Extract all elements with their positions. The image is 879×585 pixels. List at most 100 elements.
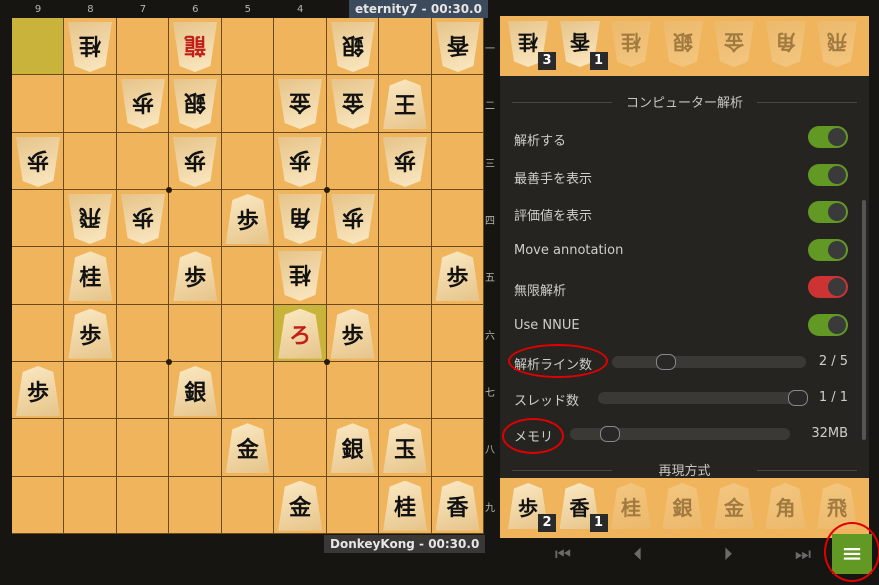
option-slider[interactable] <box>612 354 806 370</box>
board-square[interactable] <box>221 361 275 420</box>
board-square[interactable] <box>379 304 432 362</box>
board-square[interactable] <box>116 476 170 534</box>
board-square[interactable] <box>431 132 484 190</box>
prev-move-button[interactable]: ⏴ <box>618 540 658 570</box>
slider-knob[interactable] <box>600 426 621 442</box>
board-square[interactable] <box>326 476 380 534</box>
shogi-piece[interactable]: 飛 <box>68 194 112 244</box>
shogi-piece[interactable]: 桂 <box>278 251 322 301</box>
hand-piece[interactable]: 角 <box>766 21 806 67</box>
shogi-piece[interactable]: 歩 <box>226 194 270 244</box>
board-square[interactable] <box>12 476 65 534</box>
shogi-piece[interactable]: 銀 <box>331 423 375 473</box>
board-square[interactable] <box>64 75 117 133</box>
shogi-piece[interactable]: 歩 <box>16 137 60 187</box>
shogi-piece[interactable]: 桂 <box>68 251 112 301</box>
option-slider[interactable] <box>598 390 808 406</box>
board-square[interactable] <box>116 419 170 477</box>
shogi-piece[interactable]: 香 <box>436 22 480 72</box>
option-toggle[interactable] <box>808 201 848 223</box>
shogi-piece[interactable]: 歩 <box>68 309 112 359</box>
board-square[interactable] <box>12 304 65 362</box>
shogi-piece[interactable]: 金 <box>278 481 322 531</box>
board-square[interactable] <box>274 361 327 420</box>
shogi-piece[interactable]: 銀 <box>173 79 217 129</box>
shogi-piece[interactable]: 金 <box>278 79 322 129</box>
last-move-button[interactable]: ⏭ <box>783 540 823 570</box>
shogi-piece[interactable]: 王 <box>383 79 427 129</box>
option-slider[interactable] <box>570 426 790 442</box>
board-square[interactable] <box>64 361 117 420</box>
board-square[interactable] <box>12 419 65 477</box>
board-square[interactable] <box>379 189 432 248</box>
hand-piece[interactable]: 金 <box>714 483 754 529</box>
shogi-piece[interactable]: 歩 <box>331 309 375 359</box>
shogi-piece[interactable]: 金 <box>331 79 375 129</box>
hand-piece[interactable]: 銀 <box>663 483 703 529</box>
shogi-piece[interactable]: ろ <box>278 309 322 359</box>
option-toggle[interactable] <box>808 313 848 336</box>
hand-piece[interactable]: 銀 <box>663 21 703 67</box>
shogi-piece[interactable]: 歩 <box>16 366 60 416</box>
board-square[interactable] <box>326 361 380 420</box>
board-square[interactable] <box>169 304 222 362</box>
board-square[interactable] <box>116 304 170 362</box>
board-square[interactable] <box>116 247 170 305</box>
panel-scrollbar[interactable] <box>862 200 866 440</box>
shogi-piece[interactable]: 角 <box>278 194 322 244</box>
shogi-piece[interactable]: 歩 <box>278 137 322 187</box>
board-square[interactable] <box>221 132 275 190</box>
slider-knob[interactable] <box>656 354 676 370</box>
shogi-piece[interactable]: 歩 <box>436 251 480 301</box>
shogi-piece[interactable]: 歩 <box>173 137 217 187</box>
board-square[interactable] <box>379 18 432 76</box>
option-toggle[interactable] <box>808 238 848 261</box>
board-square[interactable] <box>12 247 65 305</box>
board-square[interactable] <box>379 247 432 305</box>
board-square[interactable] <box>12 75 65 133</box>
board-square[interactable] <box>431 361 484 420</box>
board-square[interactable] <box>169 189 222 248</box>
board-square[interactable] <box>116 361 170 420</box>
board-square[interactable] <box>221 18 275 76</box>
board-square[interactable] <box>431 75 484 133</box>
player-hand[interactable]: 歩2香1桂銀金角飛 <box>500 478 869 538</box>
shogi-piece[interactable]: 歩 <box>383 137 427 187</box>
hand-piece[interactable]: 金 <box>714 21 754 67</box>
board-square[interactable] <box>326 132 380 190</box>
hand-piece[interactable]: 飛 <box>817 21 857 67</box>
board-square[interactable] <box>169 419 222 477</box>
opponent-hand[interactable]: 桂3香1桂銀金角飛 <box>500 16 869 76</box>
shogi-piece[interactable]: 歩 <box>331 194 375 244</box>
shogi-board[interactable]: 桂龍銀香歩銀金金王歩歩歩歩飛歩歩角歩桂歩桂歩歩ろ歩歩銀金銀玉金桂香 <box>12 18 484 534</box>
board-square[interactable] <box>221 304 275 362</box>
option-toggle[interactable] <box>808 276 848 298</box>
first-move-button[interactable]: ⏮ <box>543 540 583 570</box>
board-square[interactable] <box>221 75 275 133</box>
board-square[interactable] <box>431 189 484 248</box>
shogi-piece[interactable]: 歩 <box>173 251 217 301</box>
shogi-piece[interactable]: 龍 <box>173 22 217 72</box>
board-square[interactable] <box>12 18 65 76</box>
shogi-piece[interactable]: 桂 <box>383 481 427 531</box>
shogi-piece[interactable]: 銀 <box>331 22 375 72</box>
option-toggle[interactable] <box>808 126 848 148</box>
board-square[interactable] <box>64 476 117 534</box>
board-square[interactable] <box>379 361 432 420</box>
hand-piece[interactable]: 桂 <box>611 21 651 67</box>
shogi-piece[interactable]: 歩 <box>121 194 165 244</box>
shogi-piece[interactable]: 玉 <box>383 423 427 473</box>
board-square[interactable] <box>431 419 484 477</box>
board-square[interactable] <box>116 18 170 76</box>
board-square[interactable] <box>116 132 170 190</box>
shogi-piece[interactable]: 銀 <box>173 366 217 416</box>
board-square[interactable] <box>64 419 117 477</box>
shogi-piece[interactable]: 香 <box>436 481 480 531</box>
shogi-piece[interactable]: 歩 <box>121 79 165 129</box>
board-square[interactable] <box>326 247 380 305</box>
board-square[interactable] <box>221 476 275 534</box>
next-move-button[interactable]: ⏵ <box>708 540 748 570</box>
hand-piece[interactable]: 角 <box>766 483 806 529</box>
board-square[interactable] <box>221 247 275 305</box>
board-square[interactable] <box>431 304 484 362</box>
